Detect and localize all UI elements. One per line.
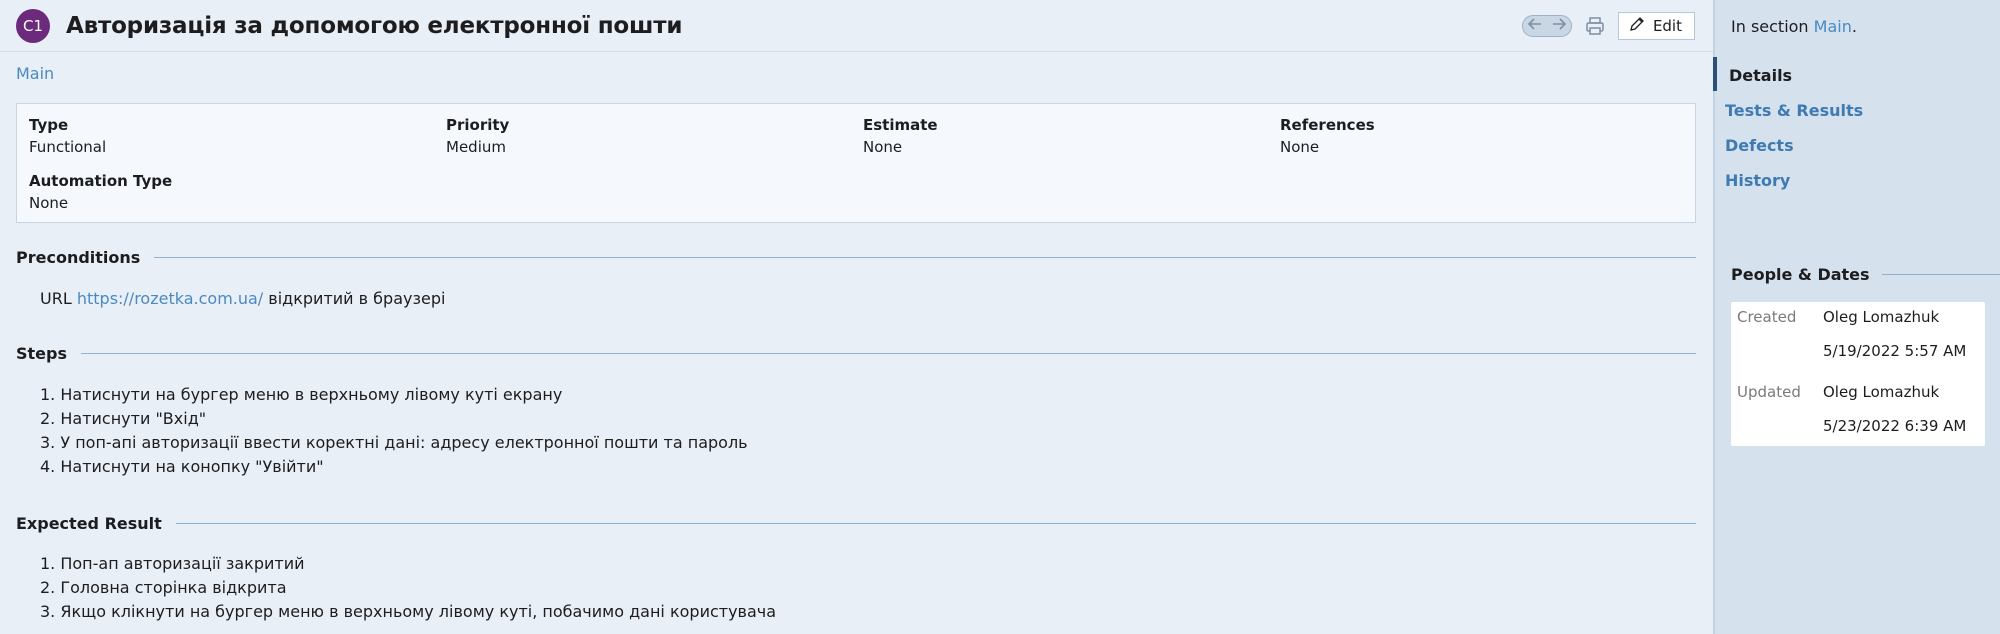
updated-label: Updated <box>1737 383 1801 401</box>
edit-button[interactable]: Edit <box>1617 12 1695 40</box>
created-label: Created <box>1737 308 1797 326</box>
main-content: C1 Авторизація за допомогою електронної … <box>0 0 1713 634</box>
section-divider <box>81 353 1696 354</box>
created-date: 5/19/2022 5:57 AM <box>1823 342 1967 360</box>
expected-result-list: 1. Поп-ап авторизації закритий 2. Головн… <box>40 552 776 624</box>
list-item: 4. Натиснути на конопку "Увійти" <box>40 457 324 476</box>
list-item: 2. Натиснути "Вхід" <box>40 409 207 428</box>
preconditions-link[interactable]: https://rozetka.com.ua/ <box>77 289 263 308</box>
steps-list: 1. Натиснути на бургер меню в верхньому … <box>40 383 748 479</box>
section-divider <box>1881 274 2000 275</box>
in-section-suffix: . <box>1851 17 1857 36</box>
people-dates-title: People & Dates <box>1731 265 1870 284</box>
field-estimate: Estimate None <box>863 116 938 156</box>
preconditions-title: Preconditions <box>16 248 141 267</box>
list-item: 2. Головна сторінка відкрита <box>40 578 287 597</box>
field-references: References None <box>1280 116 1375 156</box>
active-tab-indicator <box>1713 57 1717 91</box>
case-fields-panel: Type Functional Priority Medium Estimate… <box>16 103 1696 223</box>
created-by: Oleg Lomazhuk <box>1823 308 1940 326</box>
expected-result-title: Expected Result <box>16 514 162 533</box>
steps-header: Steps <box>16 344 1696 363</box>
tab-details[interactable]: Details <box>1729 66 1792 85</box>
field-estimate-value: None <box>863 138 903 156</box>
header-actions: Edit <box>1521 12 1695 40</box>
updated-date: 5/23/2022 6:39 AM <box>1823 417 1967 435</box>
breadcrumb[interactable]: Main <box>16 64 54 83</box>
preconditions-header: Preconditions <box>16 248 1696 267</box>
list-item: 3. У поп-апі авторизації ввести коректні… <box>40 433 748 452</box>
section-divider <box>154 257 1696 258</box>
list-item: 1. Поп-ап авторизації закритий <box>40 554 305 573</box>
field-automation-type: Automation Type None <box>29 172 172 212</box>
field-type-value: Functional <box>29 138 107 156</box>
field-references-value: None <box>1280 138 1320 156</box>
page-title: Авторизація за допомогою електронної пош… <box>66 12 683 39</box>
section-divider <box>175 523 1696 524</box>
field-estimate-label: Estimate <box>863 116 938 134</box>
tab-history[interactable]: History <box>1725 171 1790 190</box>
case-id-badge: C1 <box>16 8 50 43</box>
field-priority-value: Medium <box>446 138 506 156</box>
arrow-left-icon[interactable] <box>1527 18 1542 34</box>
preconditions-suffix: відкритий в браузері <box>268 289 446 308</box>
pencil-icon <box>1629 16 1645 36</box>
field-references-label: References <box>1280 116 1375 134</box>
in-section-text: In section Main. <box>1731 17 1857 36</box>
tab-tests-results[interactable]: Tests & Results <box>1725 101 1863 120</box>
people-dates-header: People & Dates <box>1731 265 2000 284</box>
field-automation-label: Automation Type <box>29 172 173 190</box>
list-item: 3. Якщо клікнути на бургер меню в верхнь… <box>40 602 777 621</box>
printer-icon[interactable] <box>1584 15 1606 37</box>
in-section-link[interactable]: Main <box>1814 17 1852 36</box>
updated-by: Oleg Lomazhuk <box>1823 383 1940 401</box>
arrow-right-icon[interactable] <box>1552 18 1567 34</box>
header-bar: C1 Авторизація за допомогою електронної … <box>0 0 1713 52</box>
field-type-label: Type <box>29 116 69 134</box>
edit-label: Edit <box>1652 17 1682 35</box>
people-dates-card: Created Oleg Lomazhuk 5/19/2022 5:57 AM … <box>1731 302 1985 446</box>
sidebar: In section Main. Details Tests & Results… <box>1713 0 2000 634</box>
tab-defects[interactable]: Defects <box>1725 136 1794 155</box>
list-item: 1. Натиснути на бургер меню в верхньому … <box>40 385 563 404</box>
field-priority-label: Priority <box>446 116 510 134</box>
field-type: Type Functional <box>29 116 106 156</box>
field-priority: Priority Medium <box>446 116 509 156</box>
steps-title: Steps <box>16 344 67 363</box>
in-section-prefix: In section <box>1731 17 1809 36</box>
expected-result-header: Expected Result <box>16 514 1696 533</box>
prev-next-nav <box>1521 15 1572 37</box>
field-automation-value: None <box>29 194 69 212</box>
preconditions-prefix: URL <box>40 289 72 308</box>
preconditions-text: URL https://rozetka.com.ua/ відкритий в … <box>40 289 445 308</box>
